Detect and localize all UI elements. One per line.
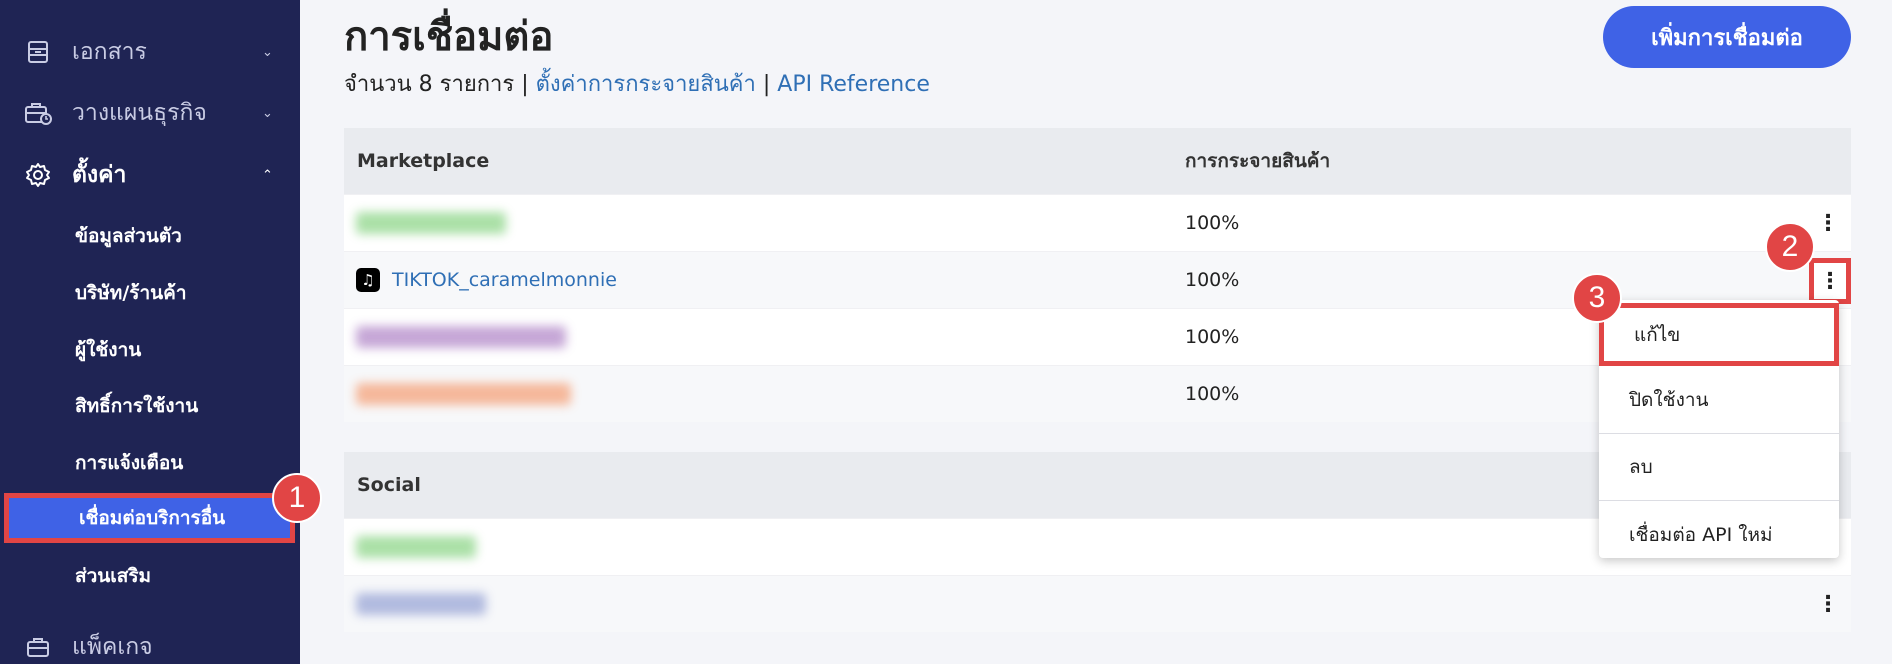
tiktok-icon: ♫ [356,268,380,292]
blurred-name [356,212,506,234]
sidebar-item-label: เอกสาร [72,39,147,65]
separator: | [521,72,529,97]
gear-icon [24,161,52,189]
distribution-value: 100% [1185,383,1240,405]
sidebar-item-documents[interactable]: เอกสาร ⌄ [0,27,300,77]
more-options-icon[interactable]: ⋮ [1814,590,1842,618]
api-reference-link[interactable]: API Reference [777,72,930,97]
sidebar-item-business-plan[interactable]: วางแผนธุรกิจ ⌄ [0,88,300,138]
sidebar-subitem-addons[interactable]: ส่วนเสริม [0,553,300,599]
distribution-settings-link[interactable]: ตั้งค่าการกระจายสินค้า [536,72,756,97]
column-header-social: Social [357,474,421,496]
menu-item-delete[interactable]: ลบ [1599,434,1839,501]
separator: | [762,72,771,97]
sidebar-subitem-company[interactable]: บริษัท/ร้านค้า [0,270,300,316]
archive-icon [24,38,52,66]
add-connection-button[interactable]: เพิ่มการเชื่อมต่อ [1603,6,1851,68]
sidebar-subitem-label: ข้อมูลส่วนตัว [75,225,182,247]
table-row[interactable]: 100% ⋮ [344,194,1851,251]
sidebar-subitem-label: สิทธิ์การใช้งาน [75,395,199,417]
sidebar-item-label: ตั้งค่า [72,162,127,188]
chevron-down-icon: ⌄ [262,44,273,60]
sidebar-subitem-connections[interactable]: เชื่อมต่อบริการอื่น [4,493,295,543]
sidebar-subitem-profile[interactable]: ข้อมูลส่วนตัว [0,213,300,259]
sidebar-subitem-label: ผู้ใช้งาน [75,339,142,361]
distribution-value: 100% [1185,326,1240,348]
sidebar-subitem-notifications[interactable]: การแจ้งเตือน [0,440,300,486]
page-title: การเชื่อมต่อ [344,14,554,60]
context-menu: แก้ไข ปิดใช้งาน ลบ เชื่อมต่อ API ใหม่ [1599,300,1839,558]
briefcase-clock-icon [24,99,52,127]
sidebar-subitem-label: การแจ้งเตือน [75,452,184,474]
table-row[interactable]: ⋮ [344,575,1851,632]
chevron-up-icon: ⌃ [262,167,273,183]
sidebar-subitem-users[interactable]: ผู้ใช้งาน [0,327,300,373]
chevron-down-icon: ⌄ [262,105,273,121]
sidebar-subitem-permissions[interactable]: สิทธิ์การใช้งาน [0,383,300,429]
annotation-badge: 2 [1765,222,1815,272]
distribution-value: 100% [1185,212,1240,234]
column-header-distribution: การกระจายสินค้า [1185,150,1331,172]
sidebar-subitem-label: ส่วนเสริม [75,565,152,587]
blurred-name [356,593,486,615]
table-header: Marketplace การกระจายสินค้า [344,128,1851,194]
sidebar-subitem-label: บริษัท/ร้านค้า [75,282,187,304]
page-subtitle: จำนวน 8 รายการ | ตั้งค่าการกระจายสินค้า … [344,66,930,101]
sidebar: เอกสาร ⌄ วางแผนธุรกิจ ⌄ ตั้งค่า ⌃ ข้อมูล… [0,0,300,664]
blurred-name [356,326,566,348]
annotation-badge: 3 [1572,273,1622,323]
more-options-icon[interactable]: ⋮ [1809,258,1851,304]
blurred-name [356,383,571,405]
menu-item-disable[interactable]: ปิดใช้งาน [1599,367,1839,434]
sidebar-item-label: วางแผนธุรกิจ [72,100,207,126]
sidebar-item-label: แพ็คเกจ [72,634,153,660]
sidebar-item-settings[interactable]: ตั้งค่า ⌃ [0,150,300,200]
item-count: จำนวน 8 รายการ [344,72,515,97]
more-options-icon[interactable]: ⋮ [1814,209,1842,237]
sidebar-subitem-label: เชื่อมต่อบริการอื่น [79,507,226,529]
menu-item-edit[interactable]: แก้ไข [1599,303,1839,366]
menu-item-reconnect-api[interactable]: เชื่อมต่อ API ใหม่ [1599,501,1839,568]
connection-name-link[interactable]: TIKTOK_caramelmonnie [392,269,617,291]
distribution-value: 100% [1185,269,1240,291]
briefcase-icon [24,633,52,661]
sidebar-item-package[interactable]: แพ็คเกจ [0,622,300,664]
blurred-name [356,536,476,558]
column-header-marketplace: Marketplace [357,150,490,172]
